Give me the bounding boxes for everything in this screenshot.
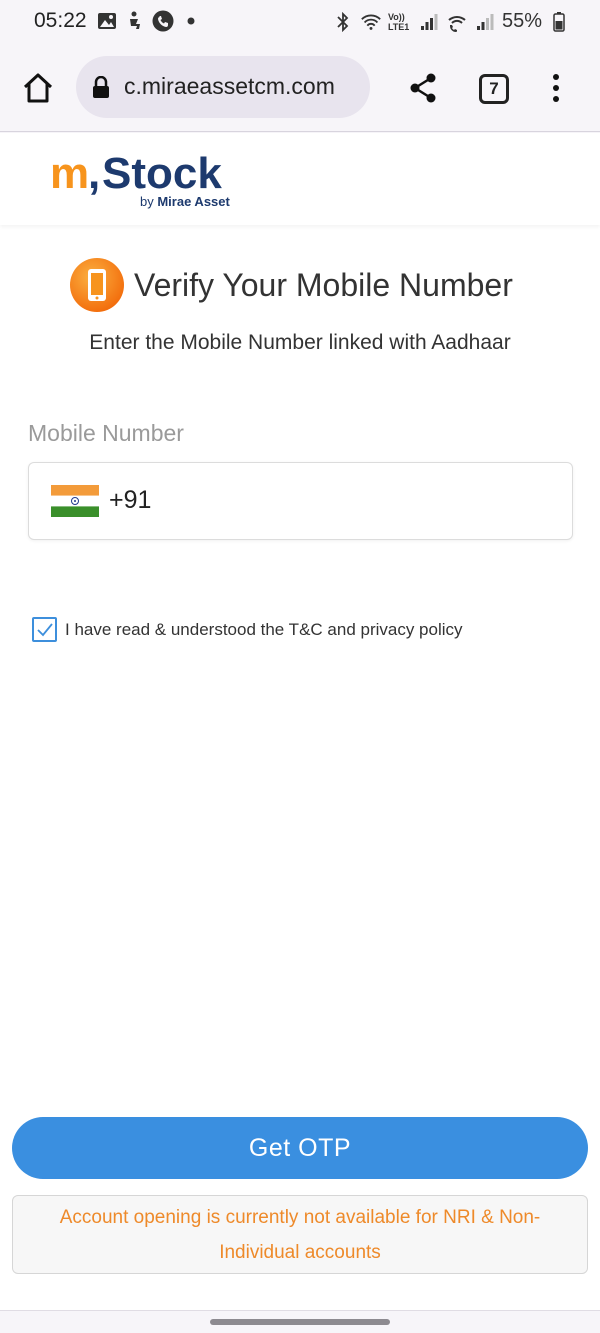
svg-text:Stock: Stock [102, 149, 222, 198]
notification-icons [96, 10, 202, 32]
tnc-row: I have read & understood the T&C and pri… [32, 617, 463, 642]
signal-2-icon [474, 11, 496, 33]
volte-label: Vo)) LTE1 [387, 11, 410, 32]
home-icon[interactable] [20, 70, 56, 106]
bluetooth-icon [332, 11, 354, 33]
tnc-checkbox[interactable] [32, 617, 57, 642]
tnc-label[interactable]: I have read & understood the T&C and pri… [65, 620, 463, 640]
dot-icon [180, 10, 202, 32]
mobile-number-field[interactable]: +91 [28, 462, 573, 540]
title-row: Verify Your Mobile Number [70, 257, 513, 313]
gallery-icon [96, 10, 118, 32]
signal-1-icon [418, 11, 440, 33]
page-subtitle: Enter the Mobile Number linked with Aadh… [89, 331, 511, 354]
accessibility-icon [124, 10, 146, 32]
mobile-phone-icon [70, 258, 124, 312]
browser-toolbar: c.miraeassetcm.com 7 [0, 44, 600, 132]
india-flag-icon[interactable] [51, 485, 99, 517]
checkmark-icon [36, 622, 53, 636]
svg-text:by Mirae Asset: by Mirae Asset [140, 194, 231, 209]
svg-text:m: m [50, 149, 89, 198]
page-title: Verify Your Mobile Number [134, 266, 513, 303]
status-time: 05:22 [34, 9, 87, 32]
wifi-calling-icon [446, 11, 468, 33]
lock-icon[interactable] [92, 75, 110, 98]
url-text[interactable]: c.miraeassetcm.com [124, 73, 335, 100]
system-icons: Vo)) LTE1 55% [332, 10, 570, 33]
svg-text:,: , [88, 149, 100, 198]
mobile-number-input[interactable] [159, 481, 559, 521]
site-header: m , Stock by Mirae Asset [0, 133, 600, 225]
battery-icon [548, 11, 570, 33]
share-icon[interactable] [406, 70, 440, 106]
country-code: +91 [109, 486, 152, 514]
mstock-logo[interactable]: m , Stock by Mirae Asset [50, 143, 250, 213]
gesture-handle[interactable] [210, 1319, 390, 1325]
mobile-number-label: Mobile Number [28, 420, 184, 446]
get-otp-button[interactable]: Get OTP [12, 1117, 588, 1179]
web-page: m , Stock by Mirae Asset Verify Your Mob… [0, 133, 600, 1310]
wifi-icon [360, 11, 382, 33]
battery-percent: 55% [501, 10, 542, 32]
system-nav-bar [0, 1310, 600, 1333]
address-bar[interactable]: c.miraeassetcm.com [76, 56, 370, 118]
status-bar: 05:22 Vo)) LTE1 55% [0, 0, 600, 44]
more-options-icon[interactable] [544, 70, 568, 106]
phone-call-icon [152, 10, 174, 32]
nri-notice: Account opening is currently not availab… [12, 1195, 588, 1274]
tab-switcher-button[interactable]: 7 [479, 74, 509, 104]
